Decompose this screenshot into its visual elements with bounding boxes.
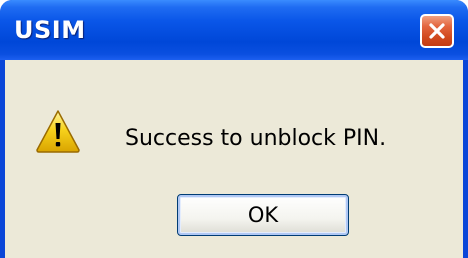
- title-bar[interactable]: USIM: [0, 0, 468, 60]
- dialog-body: Success to unblock PIN. OK: [5, 60, 463, 258]
- dialog-window: USIM Success to unblock PIN. OK: [0, 0, 468, 258]
- close-button[interactable]: [420, 14, 454, 48]
- close-icon: [429, 23, 445, 39]
- ok-button[interactable]: OK: [177, 194, 349, 236]
- window-title: USIM: [14, 16, 86, 44]
- dialog-message: Success to unblock PIN.: [125, 126, 387, 151]
- warning-icon: [36, 110, 80, 153]
